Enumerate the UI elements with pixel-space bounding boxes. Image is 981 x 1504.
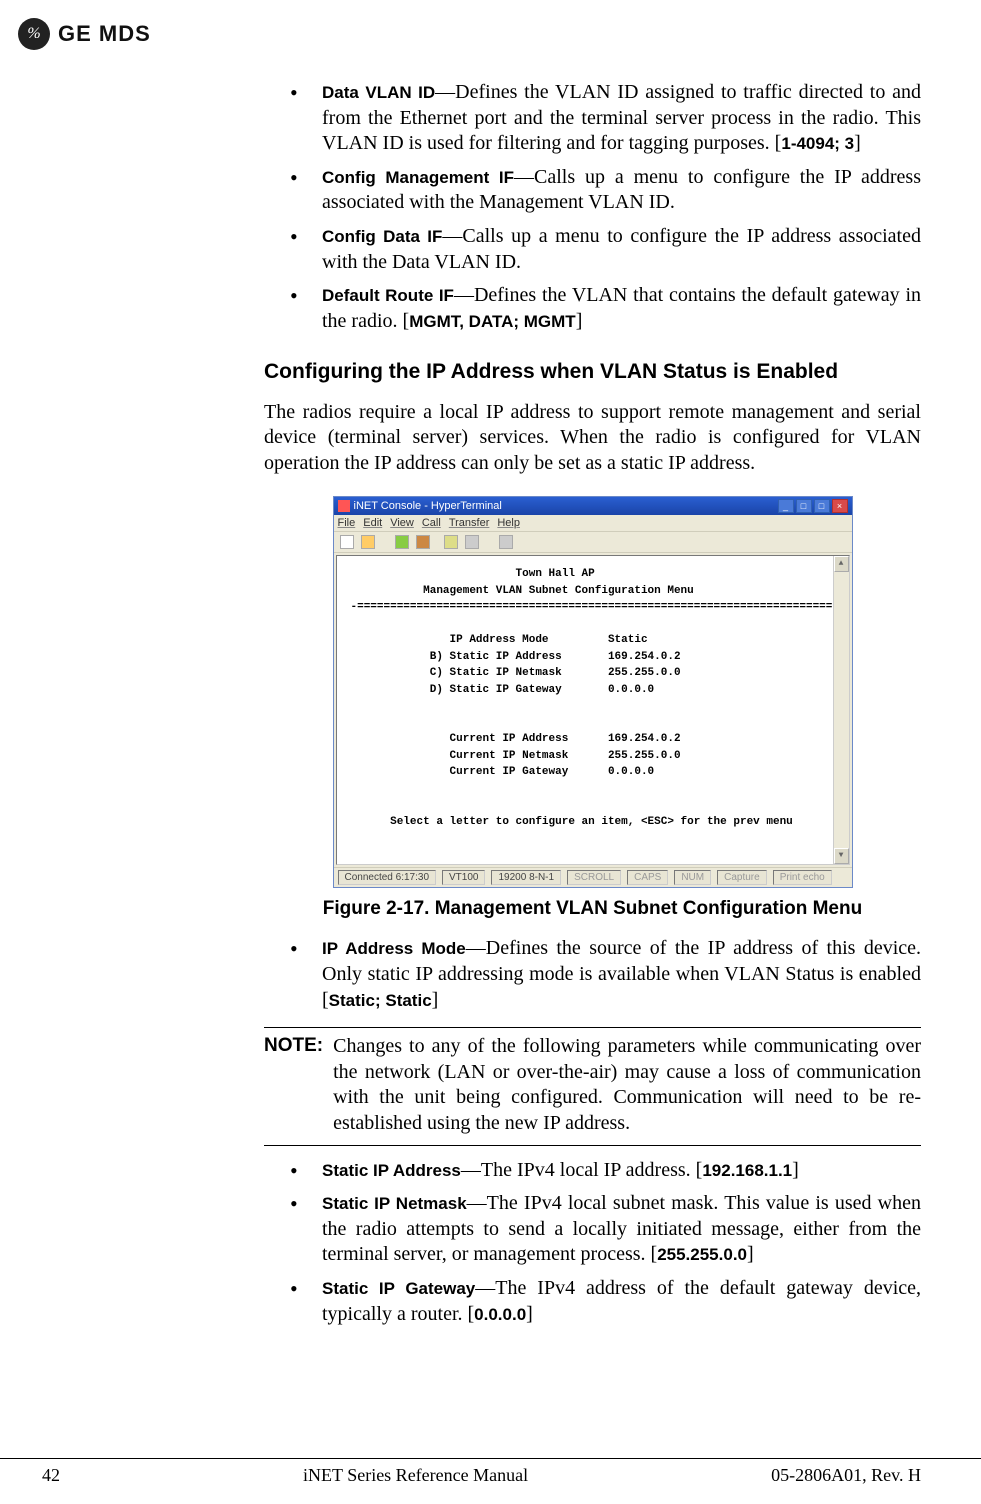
menu-edit[interactable]: Edit [363, 517, 382, 529]
window-title: iNET Console - HyperTerminal [354, 500, 502, 512]
bullet-item: Static IP Address—The IPv4 local IP addr… [304, 1158, 921, 1184]
main-content: Data VLAN ID—Defines the VLAN ID assigne… [264, 80, 921, 1327]
status-terminal: VT100 [442, 870, 485, 885]
bullet-item: Config Data IF—Calls up a menu to config… [304, 224, 921, 275]
bullet-term: Data VLAN ID [322, 83, 435, 102]
status-capture: Capture [717, 870, 767, 885]
menu-file[interactable]: File [338, 517, 356, 529]
status-print: Print echo [773, 870, 832, 885]
footer-page-number: 42 [42, 1465, 60, 1486]
menu-view[interactable]: View [390, 517, 414, 529]
note-text: Changes to any of the following paramete… [333, 1034, 921, 1136]
menu-help[interactable]: Help [497, 517, 520, 529]
bullet-item: Static IP Netmask—The IPv4 local subnet … [304, 1191, 921, 1268]
status-caps: CAPS [627, 870, 668, 885]
status-connected: Connected 6:17:30 [338, 870, 437, 885]
brand-text: GE MDS [58, 21, 151, 47]
toolbar [334, 532, 852, 553]
bullet-after: ] [432, 989, 439, 1011]
hyperterminal-screenshot: iNET Console - HyperTerminal _ □ □ × Fil… [333, 496, 853, 888]
paragraph-intro: The radios require a local IP address to… [264, 400, 921, 477]
brand-ge: GE [58, 21, 92, 46]
toolbar-open-icon[interactable] [361, 535, 375, 549]
toolbar-new-icon[interactable] [340, 535, 354, 549]
bullet-item: IP Address Mode—Defines the source of th… [304, 936, 921, 1013]
close-button[interactable]: × [832, 499, 848, 513]
bullet-term: Static IP Address [322, 1161, 461, 1180]
status-scroll: SCROLL [567, 870, 621, 885]
bullet-after: ] [576, 310, 583, 332]
bullet-range: 255.255.0.0 [657, 1245, 747, 1264]
menu-call[interactable]: Call [422, 517, 441, 529]
bullet-range: 1-4094; 3 [781, 134, 854, 153]
note-label: NOTE: [264, 1034, 323, 1136]
bullet-range: Static; Static [329, 991, 432, 1010]
terminal-output: Town Hall AP Management VLAN Subnet Conf… [336, 555, 850, 865]
toolbar-send-icon[interactable] [444, 535, 458, 549]
bullet-range: 0.0.0.0 [474, 1305, 526, 1324]
bullet-item: Config Management IF—Calls up a menu to … [304, 165, 921, 216]
bullet-item: Data VLAN ID—Defines the VLAN ID assigne… [304, 80, 921, 157]
app-icon [338, 500, 350, 512]
brand-mds: MDS [99, 21, 151, 46]
bullet-list-bottom: Static IP Address—The IPv4 local IP addr… [304, 1158, 921, 1328]
bullet-item: Static IP Gateway—The IPv4 address of th… [304, 1276, 921, 1327]
bullet-range: MGMT, DATA; MGMT [409, 312, 576, 331]
minimize-button[interactable]: _ [778, 499, 794, 513]
note-block: NOTE: Changes to any of the following pa… [264, 1027, 921, 1145]
brand-header: % GE MDS [18, 18, 921, 50]
heading-config-ip: Configuring the IP Address when VLAN Sta… [264, 358, 921, 385]
toolbar-hangup-icon[interactable] [416, 535, 430, 549]
terminal-scrollbar[interactable]: ▲▼ [833, 556, 849, 864]
menu-transfer[interactable]: Transfer [449, 517, 490, 529]
footer-manual-title: iNET Series Reference Manual [303, 1465, 528, 1486]
ge-monogram-icon: % [18, 18, 50, 50]
bullet-list-mid: IP Address Mode—Defines the source of th… [304, 936, 921, 1013]
statusbar: Connected 6:17:30 VT100 19200 8-N-1 SCRO… [334, 867, 852, 887]
bullet-term: Default Route IF [322, 286, 454, 305]
bullet-term: Config Data IF [322, 227, 442, 246]
bullet-term: Config Management IF [322, 168, 514, 187]
bullet-range: 192.168.1.1 [702, 1161, 792, 1180]
bullet-term: Static IP Gateway [322, 1279, 475, 1298]
bullet-after: ] [792, 1159, 799, 1181]
status-num: NUM [674, 870, 711, 885]
page-footer: 42 iNET Series Reference Manual 05-2806A… [0, 1458, 981, 1486]
toolbar-misc-icon[interactable] [499, 535, 513, 549]
bullet-after: ] [526, 1303, 533, 1325]
bullet-term: IP Address Mode [322, 939, 466, 958]
bullet-term: Static IP Netmask [322, 1194, 467, 1213]
toolbar-props-icon[interactable] [465, 535, 479, 549]
status-baud: 19200 8-N-1 [491, 870, 561, 885]
figure-caption: Figure 2-17. Management VLAN Subnet Conf… [264, 898, 921, 920]
bullet-list-top: Data VLAN ID—Defines the VLAN ID assigne… [304, 80, 921, 334]
window-buttons: _ □ □ × [778, 499, 848, 513]
menubar: File Edit View Call Transfer Help [334, 515, 852, 532]
window-titlebar: iNET Console - HyperTerminal _ □ □ × [334, 497, 852, 515]
toolbar-call-icon[interactable] [395, 535, 409, 549]
bullet-item: Default Route IF—Defines the VLAN that c… [304, 283, 921, 334]
footer-doc-rev: 05-2806A01, Rev. H [771, 1465, 921, 1486]
bullet-after: ] [854, 132, 861, 154]
restore-button[interactable]: □ [796, 499, 812, 513]
maximize-button[interactable]: □ [814, 499, 830, 513]
bullet-after: ] [747, 1243, 754, 1265]
bullet-desc: —The IPv4 local IP address. [ [461, 1159, 702, 1181]
